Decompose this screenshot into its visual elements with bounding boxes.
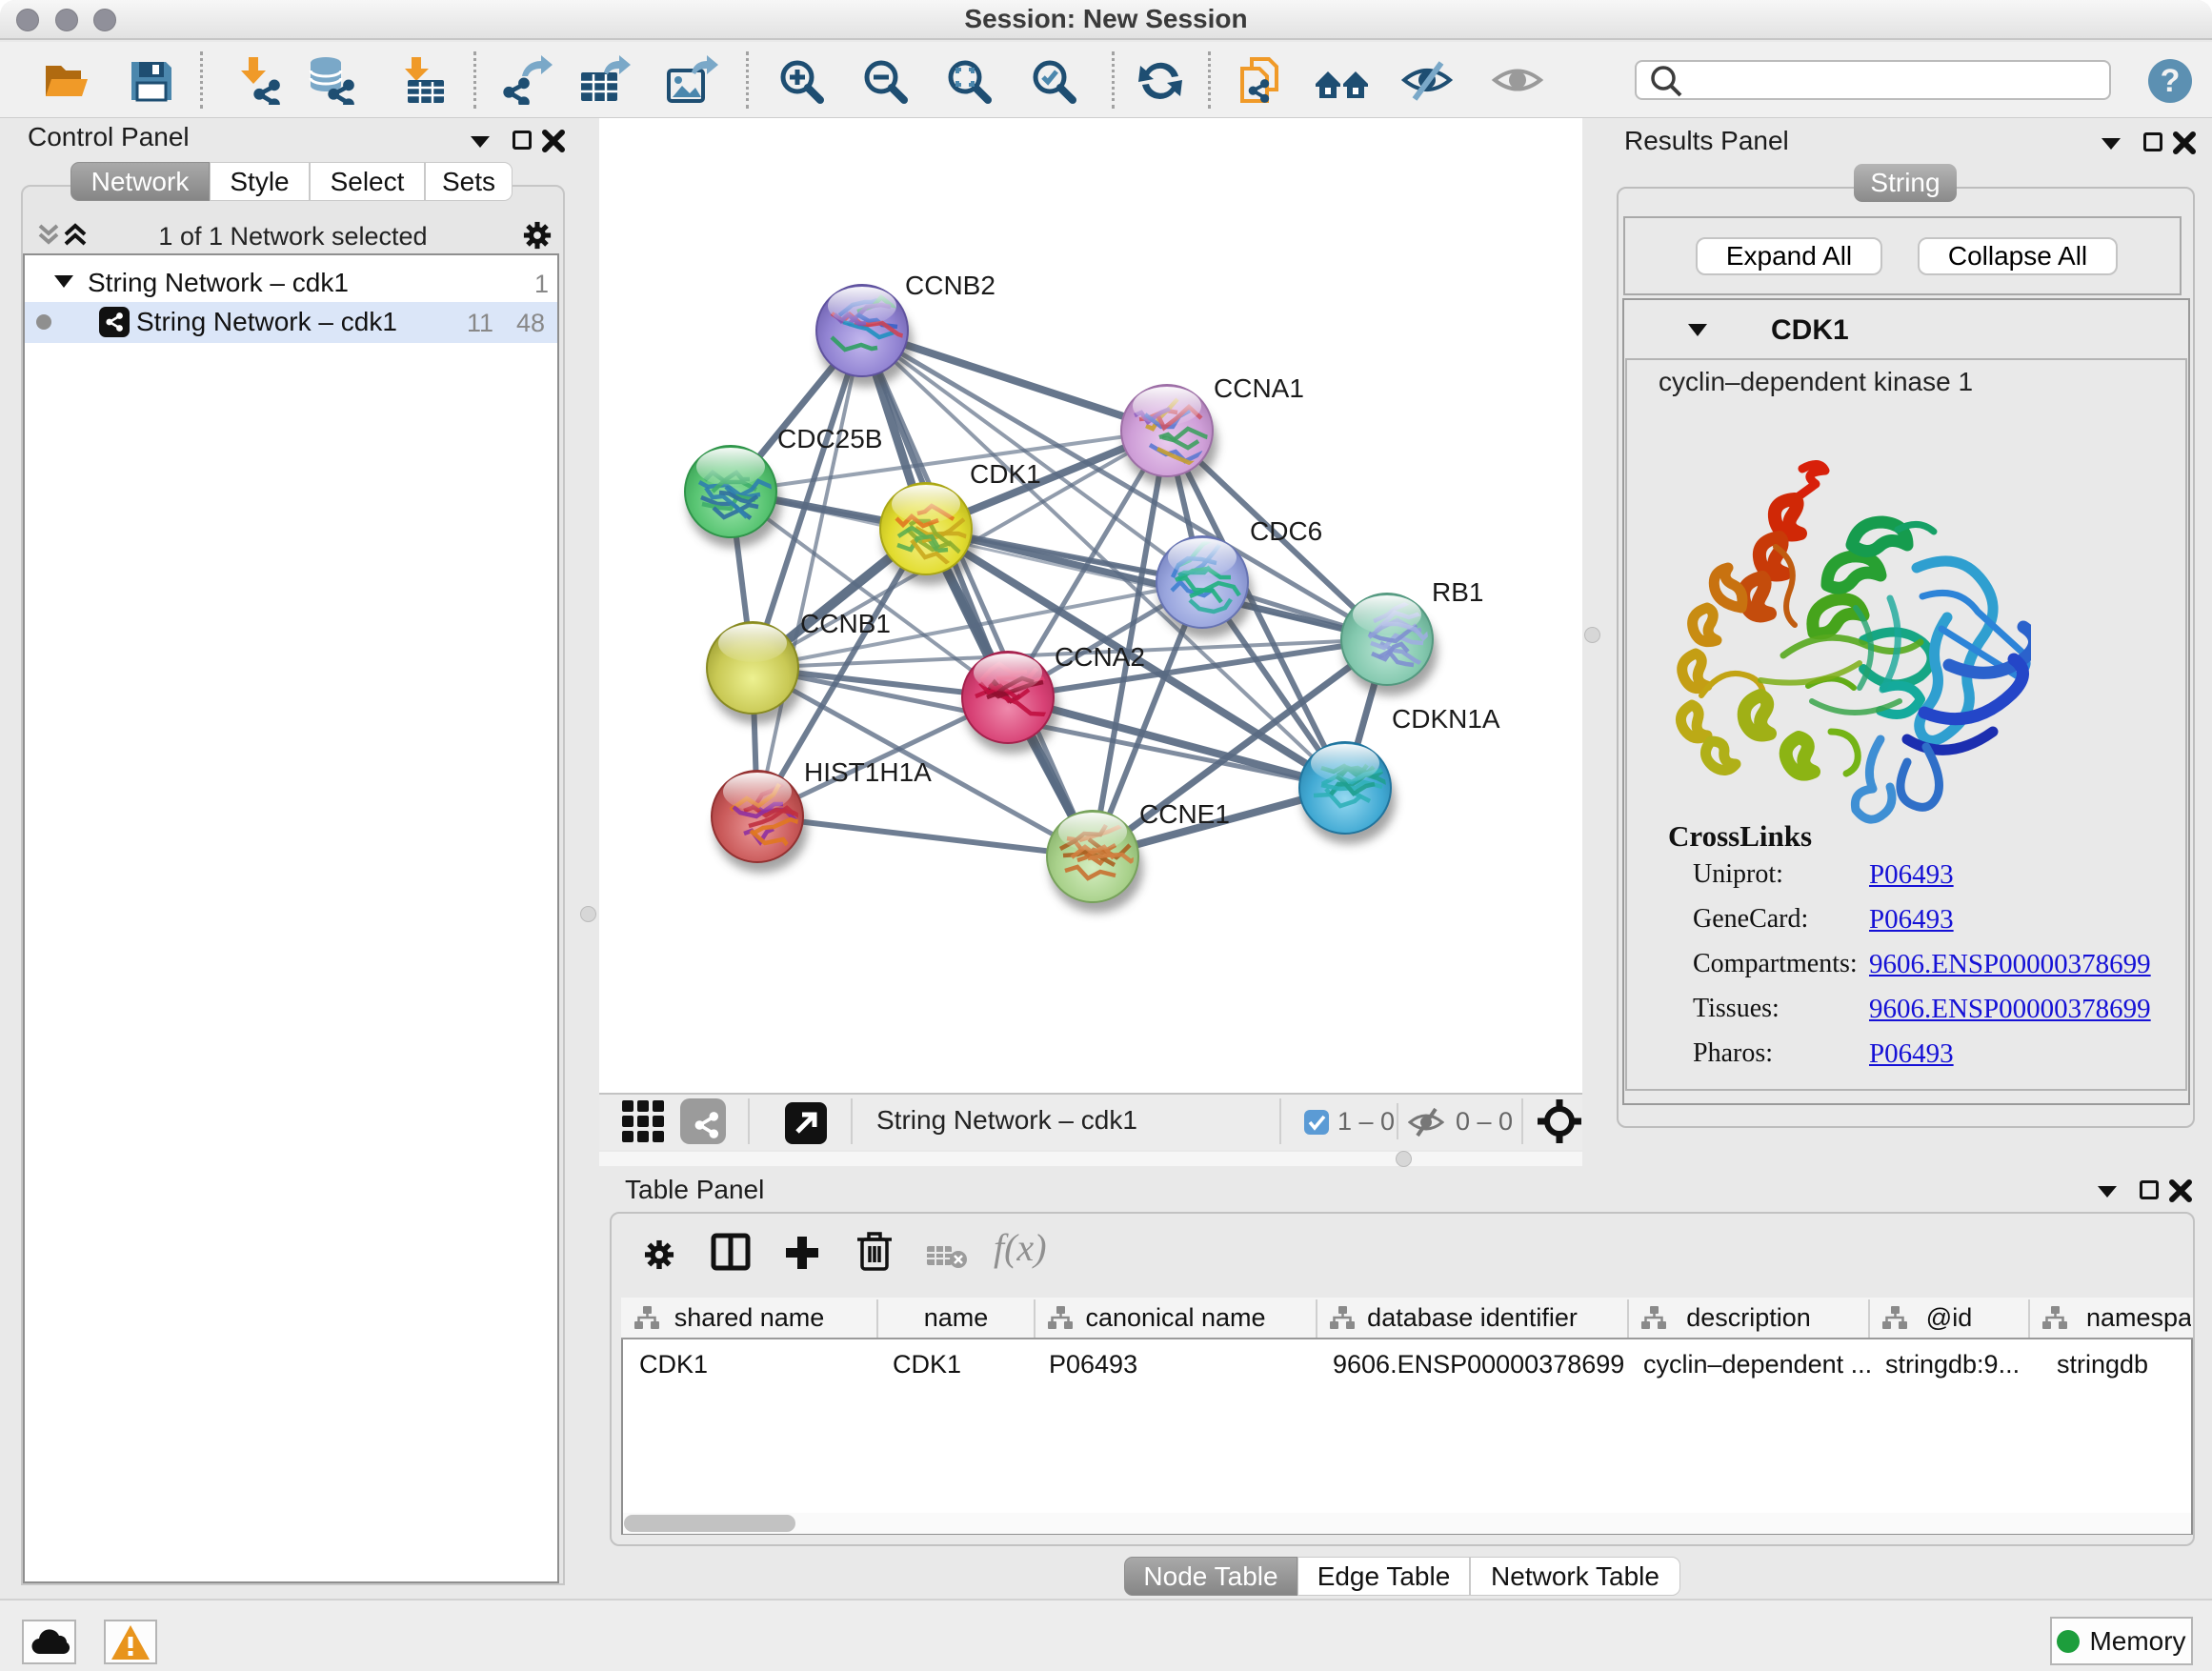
svg-text:CDK1: CDK1 [970,459,1041,489]
svg-text:CCNE1: CCNE1 [1139,799,1230,829]
svg-text:CCNA2: CCNA2 [1055,642,1145,672]
svg-text:CDKN1A: CDKN1A [1392,704,1500,734]
svg-text:CCNB2: CCNB2 [905,271,995,300]
svg-text:CDC25B: CDC25B [777,424,882,453]
svg-text:HIST1H1A: HIST1H1A [804,757,932,787]
svg-text:CDC6: CDC6 [1250,516,1322,546]
svg-text:CCNA1: CCNA1 [1214,373,1304,403]
svg-text:RB1: RB1 [1432,577,1483,607]
svg-text:CCNB1: CCNB1 [800,609,891,638]
